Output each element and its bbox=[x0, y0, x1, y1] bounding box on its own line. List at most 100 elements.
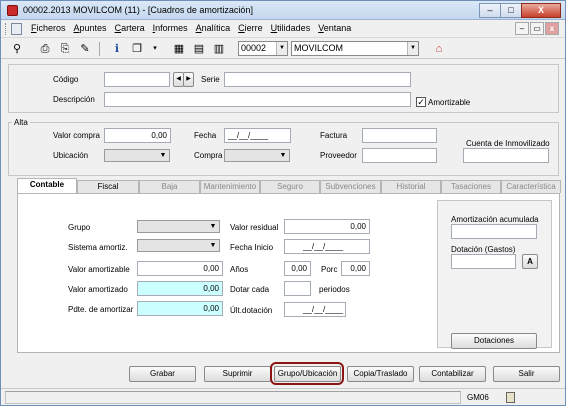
document-icon[interactable] bbox=[11, 23, 22, 35]
door-icon bbox=[506, 392, 515, 403]
chevron-down-icon: ▼ bbox=[407, 42, 418, 55]
serie-input[interactable] bbox=[224, 72, 411, 87]
tab-contable[interactable]: Contable bbox=[17, 178, 77, 193]
menu-informes[interactable]: Informes bbox=[153, 23, 188, 33]
next-record-button[interactable]: ▶ bbox=[183, 72, 194, 87]
tab-historial[interactable]: Historial bbox=[381, 180, 441, 193]
windows-icon[interactable]: ❐ bbox=[129, 41, 145, 57]
company-name-select[interactable]: MOVILCOM ▼ bbox=[291, 41, 419, 56]
chevron-down-icon: ▼ bbox=[159, 152, 167, 159]
menu-apuntes[interactable]: Apuntes bbox=[74, 23, 107, 33]
codigo-input[interactable] bbox=[104, 72, 170, 87]
compra-select[interactable]: ▼ bbox=[224, 149, 290, 162]
minimize-button[interactable]: – bbox=[479, 3, 501, 18]
grupo-label: Grupo bbox=[68, 223, 91, 232]
menu-utilidades[interactable]: Utilidades bbox=[271, 23, 311, 33]
salir-button[interactable]: Salir bbox=[493, 366, 560, 382]
toolbar-separator bbox=[99, 42, 100, 56]
suprimir-button[interactable]: Suprimir bbox=[204, 366, 271, 382]
serie-label: Serie bbox=[201, 75, 220, 84]
info-icon[interactable]: ℹ bbox=[109, 41, 125, 57]
app-icon bbox=[7, 5, 18, 16]
valor-amortizado-input[interactable]: 0,00 bbox=[137, 281, 223, 296]
tab-baja[interactable]: Baja bbox=[139, 180, 200, 193]
mdi-close-button[interactable]: x bbox=[545, 22, 559, 35]
proveedor-input[interactable] bbox=[362, 148, 437, 163]
mdi-controls: – ▭ x bbox=[515, 22, 559, 35]
anos-input[interactable]: 0,00 bbox=[284, 261, 311, 276]
app-window: 00002.2013 MOVILCOM (11) - [Cuadros de a… bbox=[0, 0, 566, 406]
close-button[interactable]: X bbox=[521, 3, 561, 18]
alta-group-title: Alta bbox=[12, 118, 30, 128]
mdi-minimize-button[interactable]: – bbox=[515, 22, 529, 35]
tab-tasaciones[interactable]: Tasaciones bbox=[441, 180, 501, 193]
fecha-compra-input[interactable]: __/__/____ bbox=[224, 128, 291, 143]
valor-compra-input[interactable]: 0,00 bbox=[104, 128, 171, 143]
company-code-value: 00002 bbox=[241, 43, 267, 53]
menu-ventana[interactable]: Ventana bbox=[318, 23, 351, 33]
maximize-button[interactable]: □ bbox=[500, 3, 522, 18]
pdte-amortizar-input[interactable]: 0,00 bbox=[137, 301, 223, 316]
exit-icon[interactable]: ⌂ bbox=[431, 41, 447, 57]
menu-cartera[interactable]: Cartera bbox=[115, 23, 145, 33]
cuenta-inmovilizado-input[interactable] bbox=[463, 148, 549, 163]
porc-input[interactable]: 0,00 bbox=[341, 261, 370, 276]
pdte-amortizar-label: Pdte. de amortizar bbox=[68, 305, 134, 314]
valor-amortizado-label: Valor amortizado bbox=[68, 285, 128, 294]
grabar-button[interactable]: Grabar bbox=[129, 366, 196, 382]
menu-analitica[interactable]: Analítica bbox=[196, 23, 231, 33]
dotar-cada-input[interactable] bbox=[284, 281, 311, 296]
sistema-amortiz-select[interactable]: ▼ bbox=[137, 239, 220, 252]
chevron-down-icon: ▼ bbox=[279, 152, 287, 159]
window-controls: – □ X bbox=[479, 3, 561, 18]
calendar-icon[interactable]: ▥ bbox=[211, 41, 227, 57]
dotacion-gastos-input[interactable] bbox=[451, 254, 516, 269]
a-button[interactable]: A bbox=[522, 254, 538, 269]
print-preview-icon[interactable]: ⎘ bbox=[57, 41, 73, 57]
mdi-restore-button[interactable]: ▭ bbox=[530, 22, 544, 35]
amort-acumulada-input[interactable] bbox=[451, 224, 537, 239]
ult-dotacion-input[interactable]: __/__/____ bbox=[284, 302, 346, 317]
company-name-value: MOVILCOM bbox=[294, 43, 344, 53]
menu-cierre[interactable]: Cierre bbox=[238, 23, 263, 33]
grupo-ubicacion-button[interactable]: Grupo/Ubicación bbox=[274, 366, 341, 382]
dropdown-arrow-icon[interactable]: ▾ bbox=[147, 41, 163, 57]
status-cell bbox=[5, 391, 461, 404]
menu-grip bbox=[5, 23, 8, 35]
grid-icon[interactable]: ▤ bbox=[191, 41, 207, 57]
compra-label: Compra bbox=[194, 151, 223, 160]
sistema-amortiz-label: Sistema amortiz. bbox=[68, 243, 128, 252]
factura-input[interactable] bbox=[362, 128, 437, 143]
tab-fiscal[interactable]: Fiscal bbox=[77, 180, 139, 193]
dotar-cada-label: Dotar cada bbox=[230, 285, 270, 294]
print-icon[interactable]: ⎙ bbox=[37, 41, 53, 57]
contabilizar-button[interactable]: Contabilizar bbox=[419, 366, 486, 382]
tab-mantenimiento[interactable]: Mantenimiento bbox=[200, 180, 260, 193]
ubicacion-select[interactable]: ▼ bbox=[104, 149, 170, 162]
fecha-inicio-input[interactable]: __/__/____ bbox=[284, 239, 370, 254]
window-title: 00002.2013 MOVILCOM (11) - [Cuadros de a… bbox=[23, 5, 253, 15]
status-code: GM06 bbox=[467, 393, 489, 402]
company-code-select[interactable]: 00002 ▼ bbox=[238, 41, 288, 56]
descripcion-input[interactable] bbox=[104, 92, 411, 107]
binoculars-icon[interactable]: ⚲ bbox=[9, 41, 25, 57]
chevron-down-icon: ▼ bbox=[209, 242, 217, 249]
porc-label: Porc bbox=[321, 265, 338, 274]
tab-seguro[interactable]: Seguro bbox=[260, 180, 320, 193]
tools-icon[interactable]: ✎ bbox=[77, 41, 93, 57]
valor-amortizable-label: Valor amortizable bbox=[68, 265, 130, 274]
valor-compra-label: Valor compra bbox=[53, 131, 100, 140]
menu-ficheros[interactable]: Ficheros bbox=[31, 23, 66, 33]
calculator-icon[interactable]: ▦ bbox=[171, 41, 187, 57]
grupo-select[interactable]: ▼ bbox=[137, 220, 220, 233]
copia-traslado-button[interactable]: Copia/Traslado bbox=[347, 366, 414, 382]
proveedor-label: Proveedor bbox=[320, 151, 357, 160]
dotaciones-button[interactable]: Dotaciones bbox=[451, 333, 537, 349]
tab-strip: Contable Fiscal Baja Mantenimiento Segur… bbox=[17, 178, 561, 193]
valor-residual-input[interactable]: 0,00 bbox=[284, 219, 370, 234]
valor-amortizable-input[interactable]: 0,00 bbox=[137, 261, 223, 276]
toolbar: ⚲ ⎙ ⎘ ✎ ℹ ❐ ▾ ▦ ▤ ▥ 00002 ▼ MOVILCOM ▼ ⌂ bbox=[1, 39, 565, 59]
tab-caracteristicas[interactable]: Característica bbox=[501, 180, 561, 193]
amortizable-checkbox[interactable]: ✓ bbox=[416, 97, 426, 107]
tab-subvenciones[interactable]: Subvenciones bbox=[320, 180, 381, 193]
